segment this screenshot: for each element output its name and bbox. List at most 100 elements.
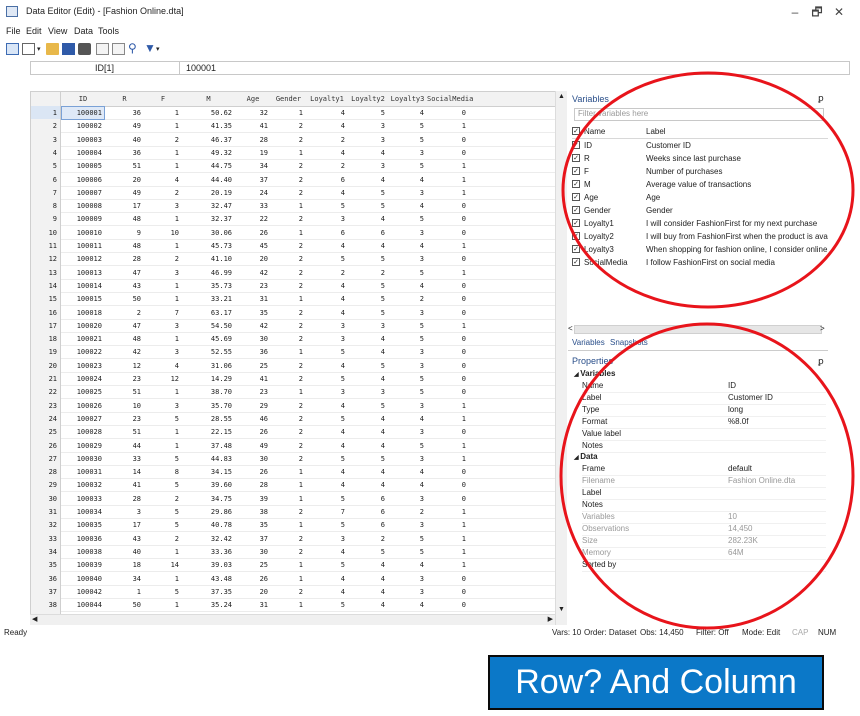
table-cell[interactable]: 1 [427,319,469,333]
table-cell[interactable]: 0 [427,492,469,506]
restore-button[interactable]: 🗗 [808,3,826,21]
table-cell[interactable]: 1 [144,332,182,346]
row-number[interactable]: 31 [31,505,61,519]
table-cell[interactable]: 44.40 [182,173,235,187]
table-cell[interactable]: 4 [306,186,348,200]
table-cell[interactable]: 2 [144,532,182,546]
table-cell[interactable]: 1 [427,239,469,253]
edit-mode-icon[interactable] [22,43,35,55]
table-cell[interactable]: 2 [271,505,306,519]
table-cell[interactable]: 4 [388,598,427,612]
minimize-button[interactable]: – [786,3,804,21]
table-cell[interactable]: 2 [271,332,306,346]
row-number[interactable]: 37 [31,584,61,599]
table-cell[interactable]: 2 [144,252,182,266]
table-cell[interactable]: 52.55 [182,345,235,359]
table-cell[interactable]: 1 [271,478,306,492]
table-cell[interactable]: 1 [271,492,306,506]
table-cell[interactable]: 0 [427,572,469,586]
table-cell[interactable]: 3 [388,425,427,439]
row-number[interactable]: 4 [31,145,61,160]
table-cell[interactable]: 41 [105,478,144,492]
checkbox-icon[interactable]: ✓ [572,258,580,266]
table-cell[interactable]: 5 [348,106,388,120]
table-cell[interactable]: 100034 [61,505,105,519]
table-row[interactable]: 27 100030 33 5 44.83 30 2 5 5 3 1 [31,451,566,466]
table-cell[interactable]: 4 [348,212,388,226]
table-cell[interactable]: 49 [105,186,144,200]
table-cell[interactable]: 2 [271,119,306,133]
table-cell[interactable]: 5 [388,159,427,173]
table-cell[interactable]: 4 [348,465,388,479]
table-cell[interactable]: 5 [388,266,427,280]
table-cell[interactable]: 48 [105,212,144,226]
table-cell[interactable]: 30 [235,545,271,559]
table-cell[interactable]: 2 [271,545,306,559]
variable-row[interactable]: ✓ ID Customer ID [572,139,828,152]
table-cell[interactable]: 3 [144,266,182,280]
row-number[interactable]: 23 [31,398,61,413]
table-cell[interactable]: 28.55 [182,412,235,426]
table-cell[interactable]: 42 [105,345,144,359]
table-cell[interactable]: 63.17 [182,306,235,320]
table-cell[interactable]: 4 [348,439,388,453]
row-number[interactable]: 9 [31,212,61,227]
table-row[interactable]: 35 100039 18 14 39.03 25 1 5 4 4 1 [31,558,566,573]
column-header[interactable]: ID [61,92,105,106]
table-cell[interactable]: 3 [348,385,388,399]
property-section[interactable]: ◢ Data [574,451,818,463]
table-cell[interactable]: 49.32 [182,146,235,160]
table-cell[interactable]: 4 [306,106,348,120]
scroll-right-icon[interactable]: > [820,324,825,333]
table-cell[interactable]: 1 [271,345,306,359]
table-cell[interactable]: 50 [105,292,144,306]
table-cell[interactable]: 33 [105,452,144,466]
table-cell[interactable]: 2 [271,306,306,320]
scroll-down-icon[interactable]: ▼ [558,606,565,613]
table-cell[interactable]: 33.36 [182,545,235,559]
row-number[interactable]: 35 [31,558,61,573]
table-cell[interactable]: 5 [348,292,388,306]
row-number[interactable]: 28 [31,465,61,480]
table-cell[interactable]: 17 [105,518,144,532]
table-cell[interactable]: 1 [144,279,182,293]
table-cell[interactable]: 1 [427,186,469,200]
table-cell[interactable]: 4 [306,572,348,586]
table-cell[interactable]: 4 [388,173,427,187]
table-cell[interactable]: 1 [144,146,182,160]
table-cell[interactable]: 4 [388,199,427,213]
table-row[interactable]: 1 100001 36 1 50.62 32 1 4 5 4 0 [31,106,566,120]
table-cell[interactable]: 6 [306,226,348,240]
table-row[interactable]: 31 100034 3 5 29.86 38 2 7 6 2 1 [31,505,566,519]
scroll-left-icon[interactable]: ◀ [32,615,37,623]
table-cell[interactable]: 3 [306,385,348,399]
table-cell[interactable]: 2 [144,492,182,506]
table-cell[interactable]: 28 [105,492,144,506]
table-cell[interactable]: 100001 [61,106,105,120]
table-cell[interactable]: 7 [144,306,182,320]
table-cell[interactable]: 5 [306,199,348,213]
table-cell[interactable]: 5 [388,372,427,386]
table-cell[interactable]: 2 [271,279,306,293]
data-editor-icon[interactable] [6,43,19,55]
table-cell[interactable]: 5 [144,518,182,532]
table-cell[interactable]: 1 [144,572,182,586]
table-cell[interactable]: 22.15 [182,425,235,439]
table-cell[interactable]: 24 [235,186,271,200]
scroll-up-icon[interactable]: ▲ [558,93,565,100]
table-cell[interactable]: 100033 [61,492,105,506]
table-cell[interactable]: 5 [388,133,427,147]
table-cell[interactable]: 1 [144,292,182,306]
table-cell[interactable]: 100014 [61,279,105,293]
table-cell[interactable]: 4 [348,345,388,359]
table-cell[interactable]: 0 [427,372,469,386]
table-cell[interactable]: 48 [105,332,144,346]
table-cell[interactable]: 7 [306,505,348,519]
table-cell[interactable]: 4 [306,585,348,599]
table-cell[interactable]: 3 [306,319,348,333]
table-cell[interactable]: 36 [105,106,144,120]
table-cell[interactable]: 1 [144,239,182,253]
row-number[interactable]: 25 [31,425,61,440]
table-row[interactable]: 26 100029 44 1 37.48 49 2 4 4 5 1 [31,438,566,453]
table-cell[interactable]: 100010 [61,226,105,240]
